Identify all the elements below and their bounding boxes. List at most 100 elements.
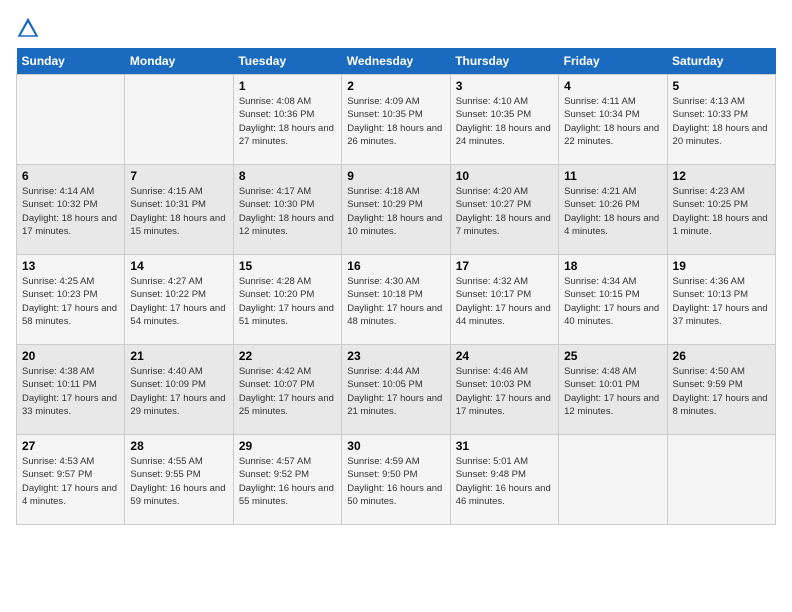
day-number: 24 — [456, 349, 553, 363]
calendar-cell: 20Sunrise: 4:38 AM Sunset: 10:11 PM Dayl… — [17, 345, 125, 435]
logo — [16, 16, 42, 40]
day-info: Sunrise: 4:21 AM Sunset: 10:26 PM Daylig… — [564, 185, 661, 238]
day-info: Sunrise: 4:13 AM Sunset: 10:33 PM Daylig… — [673, 95, 770, 148]
logo-icon — [16, 16, 40, 40]
day-info: Sunrise: 4:27 AM Sunset: 10:22 PM Daylig… — [130, 275, 227, 328]
day-number: 16 — [347, 259, 444, 273]
day-info: Sunrise: 4:48 AM Sunset: 10:01 PM Daylig… — [564, 365, 661, 418]
header-row: SundayMondayTuesdayWednesdayThursdayFrid… — [17, 48, 776, 75]
day-info: Sunrise: 4:11 AM Sunset: 10:34 PM Daylig… — [564, 95, 661, 148]
day-number: 10 — [456, 169, 553, 183]
header-sunday: Sunday — [17, 48, 125, 75]
day-info: Sunrise: 4:28 AM Sunset: 10:20 PM Daylig… — [239, 275, 336, 328]
calendar-cell — [667, 435, 775, 525]
day-number: 26 — [673, 349, 770, 363]
calendar-body: 1 Sunrise: 4:08 AM Sunset: 10:36 PM Dayli… — [17, 75, 776, 525]
calendar-cell: 14 Sunrise: 4:27 AM Sunset: 10:22 PM Dayl… — [125, 255, 233, 345]
day-info: Sunrise: 4:25 AM Sunset: 10:23 PM Daylig… — [22, 275, 119, 328]
calendar-cell: 19 Sunrise: 4:36 AM Sunset: 10:13 PM Dayl… — [667, 255, 775, 345]
calendar-header: SundayMondayTuesdayWednesdayThursdayFrid… — [17, 48, 776, 75]
calendar-cell: 27 Sunrise: 4:53 AM Sunset: 9:57 PM Dayli… — [17, 435, 125, 525]
calendar-cell: 21 Sunrise: 4:40 AM Sunset: 10:09 PM Dayl… — [125, 345, 233, 435]
day-number: 1 — [239, 79, 336, 93]
calendar-cell: 6Sunrise: 4:14 AM Sunset: 10:32 PM Dayli… — [17, 165, 125, 255]
calendar-cell: 25 Sunrise: 4:48 AM Sunset: 10:01 PM Dayl… — [559, 345, 667, 435]
calendar-cell: 9 Sunrise: 4:18 AM Sunset: 10:29 PM Dayli… — [342, 165, 450, 255]
day-number: 7 — [130, 169, 227, 183]
day-info: Sunrise: 4:08 AM Sunset: 10:36 PM Daylig… — [239, 95, 336, 148]
day-info: Sunrise: 4:36 AM Sunset: 10:13 PM Daylig… — [673, 275, 770, 328]
day-info: Sunrise: 4:15 AM Sunset: 10:31 PM Daylig… — [130, 185, 227, 238]
calendar-cell: 13 Sunrise: 4:25 AM Sunset: 10:23 PM Dayl… — [17, 255, 125, 345]
day-info: Sunrise: 4:53 AM Sunset: 9:57 PM Dayligh… — [22, 455, 119, 508]
day-number: 13 — [22, 259, 119, 273]
day-number: 4 — [564, 79, 661, 93]
day-number: 30 — [347, 439, 444, 453]
calendar-cell: 22Sunrise: 4:42 AM Sunset: 10:07 PM Dayl… — [233, 345, 341, 435]
day-number: 2 — [347, 79, 444, 93]
calendar-cell: 17Sunrise: 4:32 AM Sunset: 10:17 PM Dayl… — [450, 255, 558, 345]
calendar-cell — [17, 75, 125, 165]
calendar-cell: 3 Sunrise: 4:10 AM Sunset: 10:35 PM Dayli… — [450, 75, 558, 165]
day-number: 9 — [347, 169, 444, 183]
header-monday: Monday — [125, 48, 233, 75]
calendar-cell: 28 Sunrise: 4:55 AM Sunset: 9:55 PM Dayli… — [125, 435, 233, 525]
calendar-cell: 18 Sunrise: 4:34 AM Sunset: 10:15 PM Dayl… — [559, 255, 667, 345]
calendar-cell: 31 Sunrise: 5:01 AM Sunset: 9:48 PM Dayli… — [450, 435, 558, 525]
day-info: Sunrise: 4:10 AM Sunset: 10:35 PM Daylig… — [456, 95, 553, 148]
day-number: 29 — [239, 439, 336, 453]
day-number: 18 — [564, 259, 661, 273]
calendar-cell: 29 Sunrise: 4:57 AM Sunset: 9:52 PM Dayli… — [233, 435, 341, 525]
day-info: Sunrise: 4:55 AM Sunset: 9:55 PM Dayligh… — [130, 455, 227, 508]
calendar-cell: 10 Sunrise: 4:20 AM Sunset: 10:27 PM Dayl… — [450, 165, 558, 255]
day-number: 21 — [130, 349, 227, 363]
day-info: Sunrise: 4:09 AM Sunset: 10:35 PM Daylig… — [347, 95, 444, 148]
day-number: 14 — [130, 259, 227, 273]
day-number: 3 — [456, 79, 553, 93]
calendar-week-3: 20Sunrise: 4:38 AM Sunset: 10:11 PM Dayl… — [17, 345, 776, 435]
day-info: Sunrise: 4:38 AM Sunset: 10:11 PM Daylig… — [22, 365, 119, 418]
day-info: Sunrise: 4:23 AM Sunset: 10:25 PM Daylig… — [673, 185, 770, 238]
header-saturday: Saturday — [667, 48, 775, 75]
day-info: Sunrise: 4:17 AM Sunset: 10:30 PM Daylig… — [239, 185, 336, 238]
calendar-cell: 7 Sunrise: 4:15 AM Sunset: 10:31 PM Dayli… — [125, 165, 233, 255]
calendar-cell: 8Sunrise: 4:17 AM Sunset: 10:30 PM Dayli… — [233, 165, 341, 255]
calendar-cell: 15Sunrise: 4:28 AM Sunset: 10:20 PM Dayl… — [233, 255, 341, 345]
day-info: Sunrise: 4:50 AM Sunset: 9:59 PM Dayligh… — [673, 365, 770, 418]
header-wednesday: Wednesday — [342, 48, 450, 75]
day-info: Sunrise: 4:40 AM Sunset: 10:09 PM Daylig… — [130, 365, 227, 418]
day-info: Sunrise: 4:18 AM Sunset: 10:29 PM Daylig… — [347, 185, 444, 238]
day-info: Sunrise: 4:57 AM Sunset: 9:52 PM Dayligh… — [239, 455, 336, 508]
calendar-cell: 24 Sunrise: 4:46 AM Sunset: 10:03 PM Dayl… — [450, 345, 558, 435]
calendar-table: SundayMondayTuesdayWednesdayThursdayFrid… — [16, 48, 776, 525]
day-number: 19 — [673, 259, 770, 273]
day-info: Sunrise: 4:59 AM Sunset: 9:50 PM Dayligh… — [347, 455, 444, 508]
calendar-cell: 23Sunrise: 4:44 AM Sunset: 10:05 PM Dayl… — [342, 345, 450, 435]
day-number: 28 — [130, 439, 227, 453]
header-thursday: Thursday — [450, 48, 558, 75]
day-info: Sunrise: 4:32 AM Sunset: 10:17 PM Daylig… — [456, 275, 553, 328]
calendar-cell — [125, 75, 233, 165]
calendar-cell — [559, 435, 667, 525]
calendar-week-0: 1 Sunrise: 4:08 AM Sunset: 10:36 PM Dayli… — [17, 75, 776, 165]
calendar-cell: 4 Sunrise: 4:11 AM Sunset: 10:34 PM Dayli… — [559, 75, 667, 165]
day-number: 11 — [564, 169, 661, 183]
day-info: Sunrise: 4:34 AM Sunset: 10:15 PM Daylig… — [564, 275, 661, 328]
calendar-cell: 5 Sunrise: 4:13 AM Sunset: 10:33 PM Dayli… — [667, 75, 775, 165]
calendar-cell: 11 Sunrise: 4:21 AM Sunset: 10:26 PM Dayl… — [559, 165, 667, 255]
day-number: 5 — [673, 79, 770, 93]
calendar-cell: 12Sunrise: 4:23 AM Sunset: 10:25 PM Dayl… — [667, 165, 775, 255]
calendar-cell: 2 Sunrise: 4:09 AM Sunset: 10:35 PM Dayli… — [342, 75, 450, 165]
calendar-week-2: 13 Sunrise: 4:25 AM Sunset: 10:23 PM Dayl… — [17, 255, 776, 345]
day-info: Sunrise: 4:30 AM Sunset: 10:18 PM Daylig… — [347, 275, 444, 328]
day-number: 27 — [22, 439, 119, 453]
calendar-cell: 1 Sunrise: 4:08 AM Sunset: 10:36 PM Dayli… — [233, 75, 341, 165]
day-number: 25 — [564, 349, 661, 363]
day-number: 31 — [456, 439, 553, 453]
day-info: Sunrise: 4:20 AM Sunset: 10:27 PM Daylig… — [456, 185, 553, 238]
calendar-cell: 26 Sunrise: 4:50 AM Sunset: 9:59 PM Dayli… — [667, 345, 775, 435]
header-tuesday: Tuesday — [233, 48, 341, 75]
day-number: 22 — [239, 349, 336, 363]
day-info: Sunrise: 5:01 AM Sunset: 9:48 PM Dayligh… — [456, 455, 553, 508]
day-info: Sunrise: 4:46 AM Sunset: 10:03 PM Daylig… — [456, 365, 553, 418]
